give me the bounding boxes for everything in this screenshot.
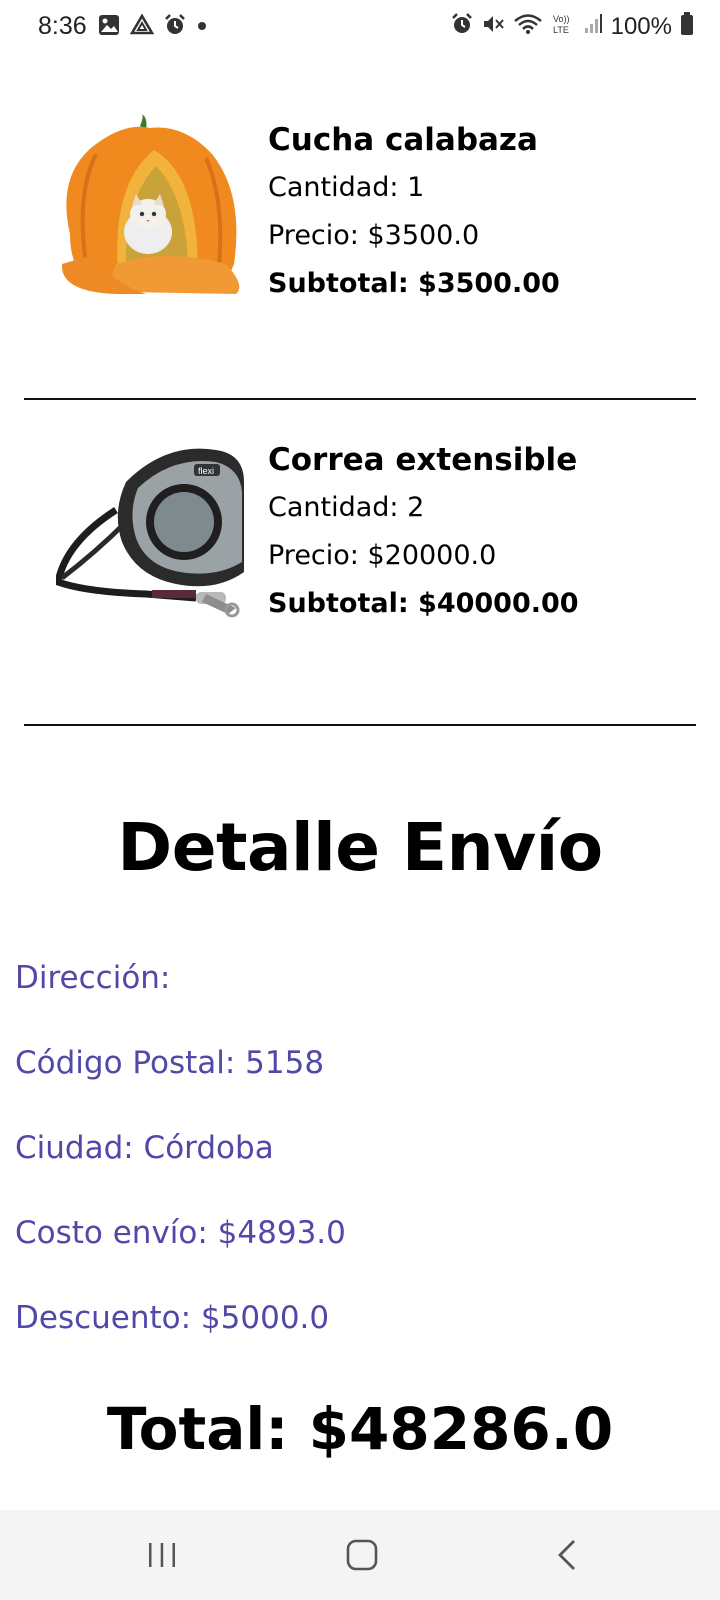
- mute-icon: [481, 13, 505, 40]
- back-icon[interactable]: [548, 1535, 588, 1575]
- retractable-leash-image: flexi: [53, 442, 244, 626]
- home-icon[interactable]: [342, 1535, 382, 1575]
- alarm-icon: [164, 14, 186, 41]
- status-right-icons: Vo)) LTE 100%: [451, 12, 694, 41]
- status-bar: 8:36 Vo)) LTE 100%: [0, 0, 720, 52]
- alarm-icon: [451, 13, 473, 40]
- image-icon: [98, 14, 120, 41]
- cart-item-info: Correa extensible Cantidad: 2 Precio: $2…: [268, 436, 579, 628]
- product-subtotal: Subtotal: $3500.00: [268, 268, 560, 299]
- signal-icon: [583, 13, 603, 40]
- divider: [24, 398, 696, 400]
- shipping-address: Dirección:: [15, 960, 171, 996]
- svg-text:LTE: LTE: [553, 25, 569, 35]
- product-quantity: Cantidad: 1: [268, 172, 425, 203]
- shipping-postal-code: Código Postal: 5158: [15, 1045, 325, 1081]
- pumpkin-bed-image: [56, 114, 244, 298]
- product-subtotal: Subtotal: $40000.00: [268, 588, 579, 619]
- shipping-cost: Costo envío: $4893.0: [15, 1215, 346, 1251]
- order-summary-screen: 8:36 Vo)) LTE 100% Cucha calabaza Cantid…: [0, 0, 720, 1600]
- battery-percent: 100%: [610, 12, 672, 40]
- order-total: Total: $48286.0: [106, 1395, 614, 1463]
- navigation-bar: [0, 1510, 720, 1600]
- wifi-icon: [513, 13, 543, 40]
- cart-item-info: Cucha calabaza Cantidad: 1 Precio: $3500…: [268, 116, 560, 308]
- product-name: Correa extensible: [268, 442, 578, 478]
- svg-text:Vo)): Vo)): [553, 14, 570, 24]
- divider: [24, 724, 696, 726]
- product-name: Cucha calabaza: [268, 122, 538, 158]
- svg-text:flexi: flexi: [198, 466, 214, 476]
- product-price: Precio: $20000.0: [268, 540, 497, 571]
- shipping-city: Ciudad: Córdoba: [15, 1130, 274, 1166]
- status-left-icons: [98, 13, 208, 41]
- drive-icon: [129, 13, 155, 41]
- cart-item[interactable]: flexi Correa extensible Cantidad: 2 Prec…: [0, 436, 720, 656]
- status-time: 8:36: [38, 12, 87, 40]
- shipping-discount: Descuento: $5000.0: [15, 1300, 330, 1336]
- product-quantity: Cantidad: 2: [268, 492, 425, 523]
- shipping-detail-title: Detalle Envío: [117, 809, 603, 886]
- recents-icon[interactable]: [142, 1535, 182, 1575]
- dot-icon: [196, 14, 208, 41]
- volte-icon: Vo)) LTE: [551, 12, 575, 41]
- product-price: Precio: $3500.0: [268, 220, 480, 251]
- cart-item[interactable]: Cucha calabaza Cantidad: 1 Precio: $3500…: [0, 110, 720, 330]
- battery-icon: [680, 12, 694, 41]
